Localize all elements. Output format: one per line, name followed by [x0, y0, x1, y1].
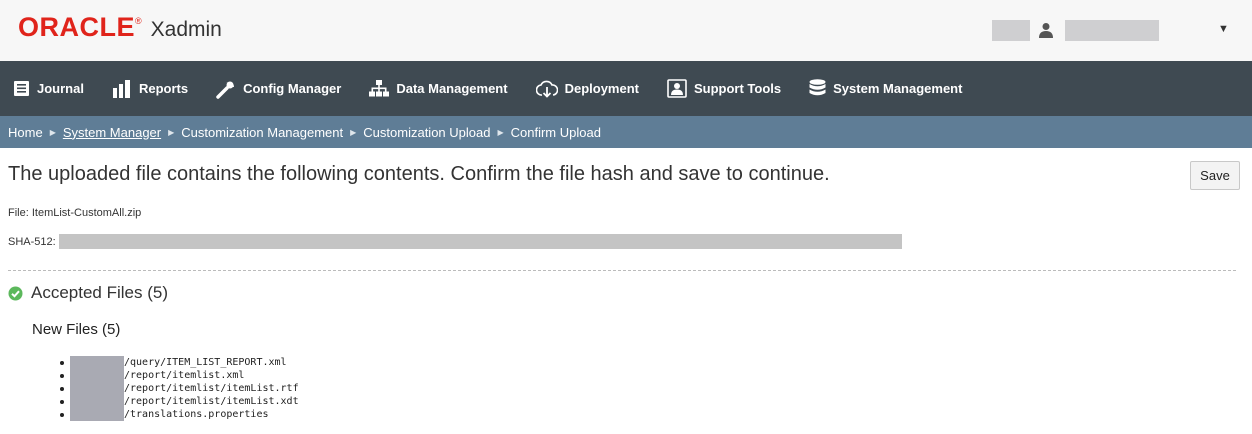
bullet-icon	[60, 399, 64, 404]
nav-item-data-management[interactable]: Data Management	[355, 61, 521, 116]
list-item: /report/itemlist/itemList.rtf	[60, 382, 299, 395]
new-files-list: /query/ITEM_LIST_REPORT.xml /report/item…	[60, 356, 299, 421]
breadcrumb-system-manager[interactable]: System Manager	[63, 125, 161, 140]
breadcrumb-separator-icon: ▶	[49, 127, 56, 137]
nav-item-config-manager[interactable]: Config Manager	[202, 61, 355, 116]
wrench-icon	[216, 81, 235, 99]
breadcrumb-customization-upload: Customization Upload	[363, 124, 491, 140]
nav-label: System Management	[833, 81, 963, 96]
list-item: /translations.properties	[60, 408, 299, 421]
check-circle-icon	[8, 286, 23, 300]
nav-label: Support Tools	[693, 81, 782, 96]
nav-item-deployment[interactable]: Deployment	[522, 61, 653, 116]
nav-item-reports[interactable]: Reports	[98, 61, 202, 116]
breadcrumb: Home ▶ System Manager ▶ Customization Ma…	[0, 116, 1252, 148]
nav-label: Deployment	[564, 81, 639, 96]
bullet-icon	[60, 412, 64, 417]
support-icon	[667, 79, 687, 98]
save-button[interactable]: Save	[1190, 161, 1240, 190]
breadcrumb-separator-icon: ▶	[350, 127, 357, 137]
redacted-path-prefix	[70, 356, 124, 369]
chevron-down-icon[interactable]: ▼	[1218, 23, 1229, 35]
redacted-org	[992, 20, 1030, 41]
sitemap-icon	[369, 79, 390, 96]
main-nav: Journal Reports Config Manager Data Mana…	[0, 61, 1252, 116]
nav-item-system-management[interactable]: System Management	[795, 61, 976, 116]
user-menu[interactable]: ▼	[992, 20, 1252, 42]
redacted-path-prefix	[70, 408, 124, 421]
breadcrumb-separator-icon: ▶	[168, 127, 175, 137]
new-files-heading: New Files (5)	[32, 321, 121, 338]
section-divider	[8, 270, 1236, 271]
accepted-files-heading: Accepted Files (5)	[8, 283, 168, 303]
bullet-icon	[60, 373, 64, 378]
file-path: /translations.properties	[124, 409, 269, 420]
nav-item-support-tools[interactable]: Support Tools	[653, 61, 795, 116]
bullet-icon	[60, 386, 64, 391]
list-item: /query/ITEM_LIST_REPORT.xml	[60, 356, 299, 369]
journal-icon	[14, 81, 29, 96]
logo-registered-mark: ®	[135, 16, 142, 26]
bullet-icon	[60, 360, 64, 365]
file-path: /report/itemlist/itemList.rtf	[124, 383, 299, 394]
bar-chart-icon	[112, 79, 130, 98]
file-name: File: ItemList-CustomAll.zip	[8, 207, 142, 219]
file-path: /report/itemlist.xml	[124, 370, 245, 381]
logo-wordmark: ORACLE	[18, 12, 135, 42]
cloud-download-icon	[535, 80, 558, 98]
redacted-sha-hash	[58, 234, 902, 249]
breadcrumb-customization-management: Customization Management	[181, 124, 344, 140]
breadcrumb-confirm-upload: Confirm Upload	[510, 124, 601, 140]
redacted-path-prefix	[70, 369, 124, 382]
app-name: Xadmin	[150, 18, 222, 41]
nav-label: Reports	[138, 81, 189, 96]
nav-label: Journal	[37, 81, 84, 96]
page-title: The uploaded file contains the following…	[8, 163, 830, 185]
sha-label: SHA-512:	[8, 235, 56, 248]
breadcrumb-separator-icon: ▶	[497, 127, 504, 137]
accepted-files-label: Accepted Files (5)	[31, 283, 168, 302]
list-item: /report/itemlist.xml	[60, 369, 299, 382]
oracle-logo[interactable]: ORACLE ® Xadmin	[18, 12, 222, 43]
file-path: /report/itemlist/itemList.xdt	[124, 396, 299, 407]
redacted-path-prefix	[70, 395, 124, 408]
list-item: /report/itemlist/itemList.xdt	[60, 395, 299, 408]
database-icon	[809, 79, 826, 96]
nav-label: Config Manager	[243, 81, 342, 96]
app-header: ORACLE ® Xadmin ▼	[0, 0, 1252, 61]
user-icon	[1039, 23, 1053, 38]
sha-row: SHA-512:	[8, 234, 902, 249]
nav-label: Data Management	[396, 81, 508, 96]
redacted-username	[1065, 20, 1159, 41]
breadcrumb-home[interactable]: Home	[8, 125, 43, 140]
nav-item-journal[interactable]: Journal	[0, 61, 98, 116]
redacted-path-prefix	[70, 382, 124, 395]
file-path: /query/ITEM_LIST_REPORT.xml	[124, 357, 287, 368]
